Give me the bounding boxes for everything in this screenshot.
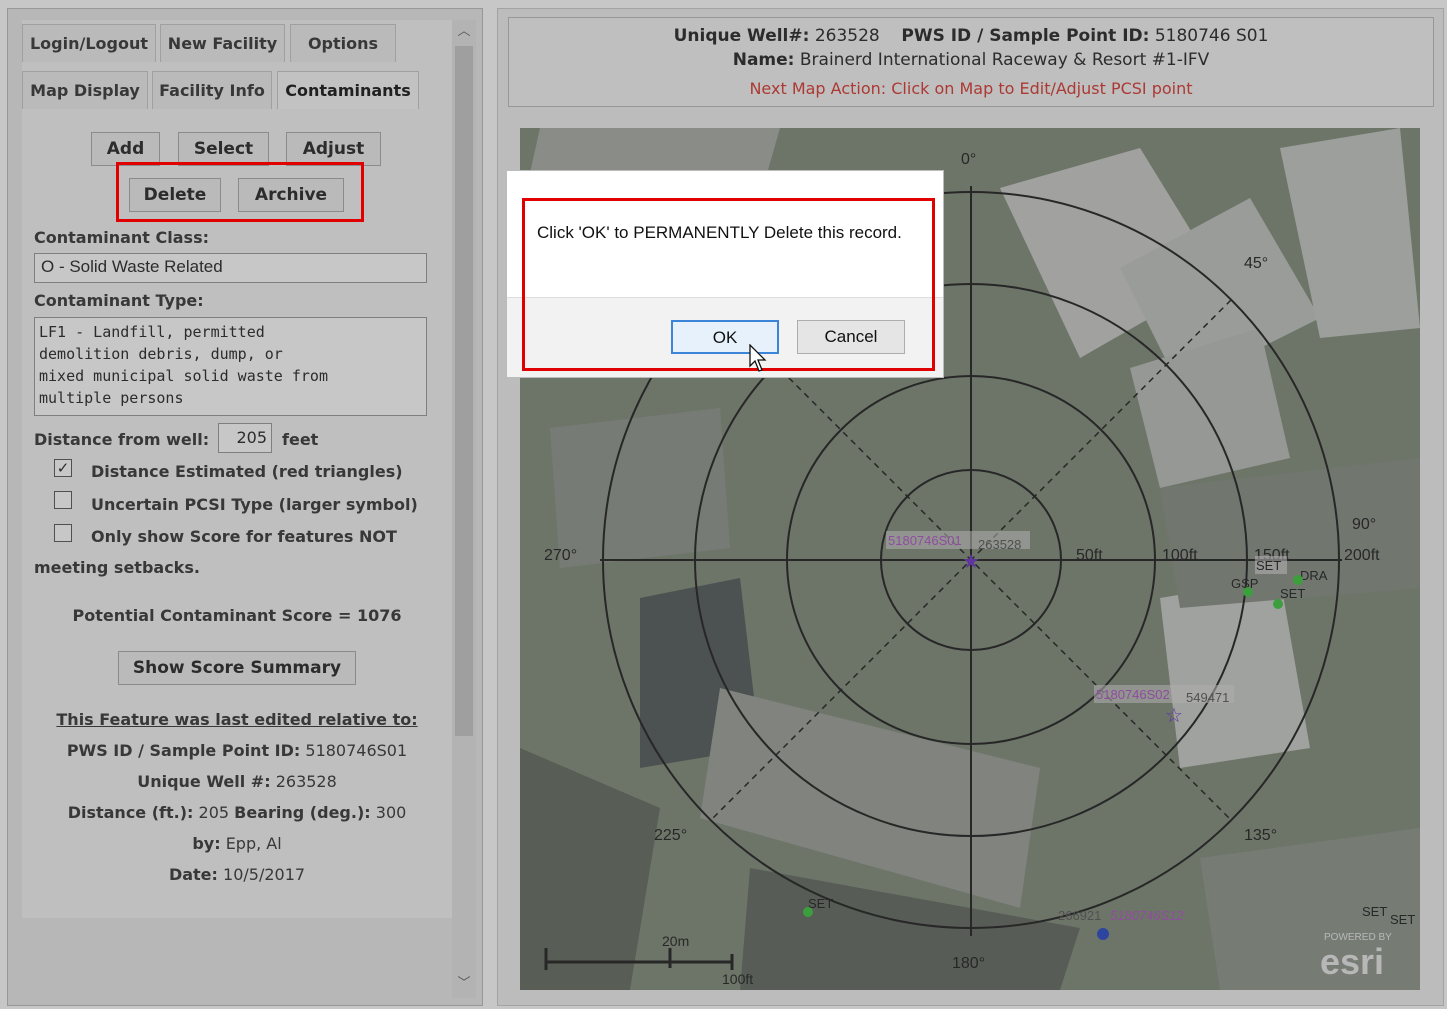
s02-star-icon: ☆ — [1165, 705, 1183, 727]
archive-button[interactable]: Archive — [238, 178, 344, 212]
contaminant-type-textarea[interactable]: LF1 - Landfill, permitted demolition deb… — [34, 317, 427, 416]
last-edited-pws: PWS ID / Sample Point ID: 5180746S01 — [66, 741, 408, 760]
center-star-icon: ★ — [962, 551, 980, 573]
gsp-marker-icon — [1243, 587, 1253, 597]
center-point-well: 263528 — [978, 537, 1021, 552]
deg-270: 270° — [544, 547, 577, 564]
last-edited-date: Date: 10/5/2017 — [168, 865, 306, 884]
set-label-2: SET — [1280, 586, 1305, 601]
tab-login-logout[interactable]: Login/Logout — [22, 24, 156, 62]
deg-135: 135° — [1244, 827, 1277, 844]
s12-marker-icon — [1097, 928, 1109, 940]
set-label-3: SET — [808, 896, 833, 911]
scroll-up-icon[interactable]: ︿ — [452, 20, 476, 44]
s02-point-id: 5180746S02 — [1096, 687, 1170, 702]
scale-100ft: 100ft — [722, 971, 753, 987]
left-panel-scrollbar[interactable]: ︿ ﹀ — [452, 20, 476, 998]
scroll-down-icon[interactable]: ﹀ — [452, 972, 476, 996]
scrollbar-thumb[interactable] — [455, 46, 473, 736]
ring-label-200: 200ft — [1344, 547, 1380, 564]
contaminant-class-select[interactable]: O - Solid Waste Related — [34, 253, 427, 283]
only-score-label: Only show Score for features NOT — [91, 527, 397, 546]
confirm-dialog: Click 'OK' to PERMANENTLY Delete this re… — [506, 170, 944, 378]
cancel-button[interactable]: Cancel — [797, 320, 905, 354]
last-edited-distance: Distance (ft.): 205 Bearing (deg.): 300 — [67, 803, 407, 822]
distance-unit: feet — [282, 430, 319, 449]
tab-map-display[interactable]: Map Display — [22, 71, 148, 109]
set-label-5: SET — [1390, 912, 1415, 927]
distance-input[interactable]: 205 — [218, 423, 272, 453]
select-button[interactable]: Select — [178, 132, 269, 166]
show-score-summary-button[interactable]: Show Score Summary — [118, 651, 356, 685]
dra-marker-icon — [1293, 575, 1303, 585]
tab-contaminants[interactable]: Contaminants — [277, 71, 419, 109]
dra-label: DRA — [1300, 568, 1328, 583]
s02-point-well: 549471 — [1186, 690, 1229, 705]
set-label-1: SET — [1256, 558, 1281, 573]
dialog-footer: OK Cancel — [507, 297, 943, 377]
next-map-action: Next Map Action: Click on Map to Edit/Ad… — [749, 79, 1193, 98]
last-edited-title: This Feature was last edited relative to… — [56, 710, 418, 729]
lot-shape — [550, 408, 730, 568]
contaminant-score: Potential Contaminant Score = 1076 — [72, 606, 402, 625]
distance-estimated-checkbox[interactable]: ✓ — [54, 459, 72, 477]
ring-label-100: 100ft — [1162, 547, 1198, 564]
s12-point-id: 5180746S12 — [1110, 908, 1185, 923]
scale-20m: 20m — [662, 933, 689, 949]
deg-180: 180° — [952, 955, 985, 972]
deg-45: 45° — [1244, 255, 1268, 272]
dialog-message: Click 'OK' to PERMANENTLY Delete this re… — [537, 223, 902, 242]
tab-facility-info[interactable]: Facility Info — [152, 71, 272, 109]
set-label-4: SET — [1362, 904, 1387, 919]
center-point-id: 5180746S01 — [888, 533, 962, 548]
add-button[interactable]: Add — [91, 132, 160, 166]
set-marker-icon — [1273, 599, 1283, 609]
distance-label: Distance from well: — [34, 430, 210, 449]
tab-options[interactable]: Options — [290, 24, 396, 62]
esri-logo: esri — [1320, 941, 1384, 982]
s12-point-well: 266921 — [1058, 908, 1101, 923]
deg-0: 0° — [961, 151, 976, 168]
only-score-label-cont: meeting setbacks. — [34, 558, 200, 577]
last-edited-by: by: Epp, Al — [192, 834, 282, 853]
only-score-checkbox[interactable] — [54, 524, 72, 542]
well-header: Unique Well#: 263528 PWS ID / Sample Poi… — [508, 17, 1434, 107]
deg-90: 90° — [1352, 516, 1376, 533]
contaminant-type-label: Contaminant Type: — [34, 291, 204, 310]
adjust-button[interactable]: Adjust — [286, 132, 381, 166]
ring-label-50: 50ft — [1076, 547, 1103, 564]
uncertain-type-label: Uncertain PCSI Type (larger symbol) — [91, 495, 418, 514]
header-well-line: Unique Well#: 263528 PWS ID / Sample Poi… — [673, 26, 1269, 46]
tab-new-facility[interactable]: New Facility — [160, 24, 285, 62]
header-name-line: Name: Brainerd International Raceway & R… — [732, 50, 1210, 70]
last-edited-well: Unique Well #: 263528 — [137, 772, 337, 791]
uncertain-type-checkbox[interactable] — [54, 491, 72, 509]
deg-225: 225° — [654, 827, 687, 844]
set-marker-icon — [803, 907, 813, 917]
contaminant-class-label: Contaminant Class: — [34, 228, 209, 247]
mouse-cursor-icon — [749, 344, 767, 372]
contaminants-panel: Login/Logout New Facility Options Map Di… — [22, 20, 452, 918]
distance-estimated-label: Distance Estimated (red triangles) — [91, 462, 403, 481]
delete-button[interactable]: Delete — [129, 178, 221, 212]
